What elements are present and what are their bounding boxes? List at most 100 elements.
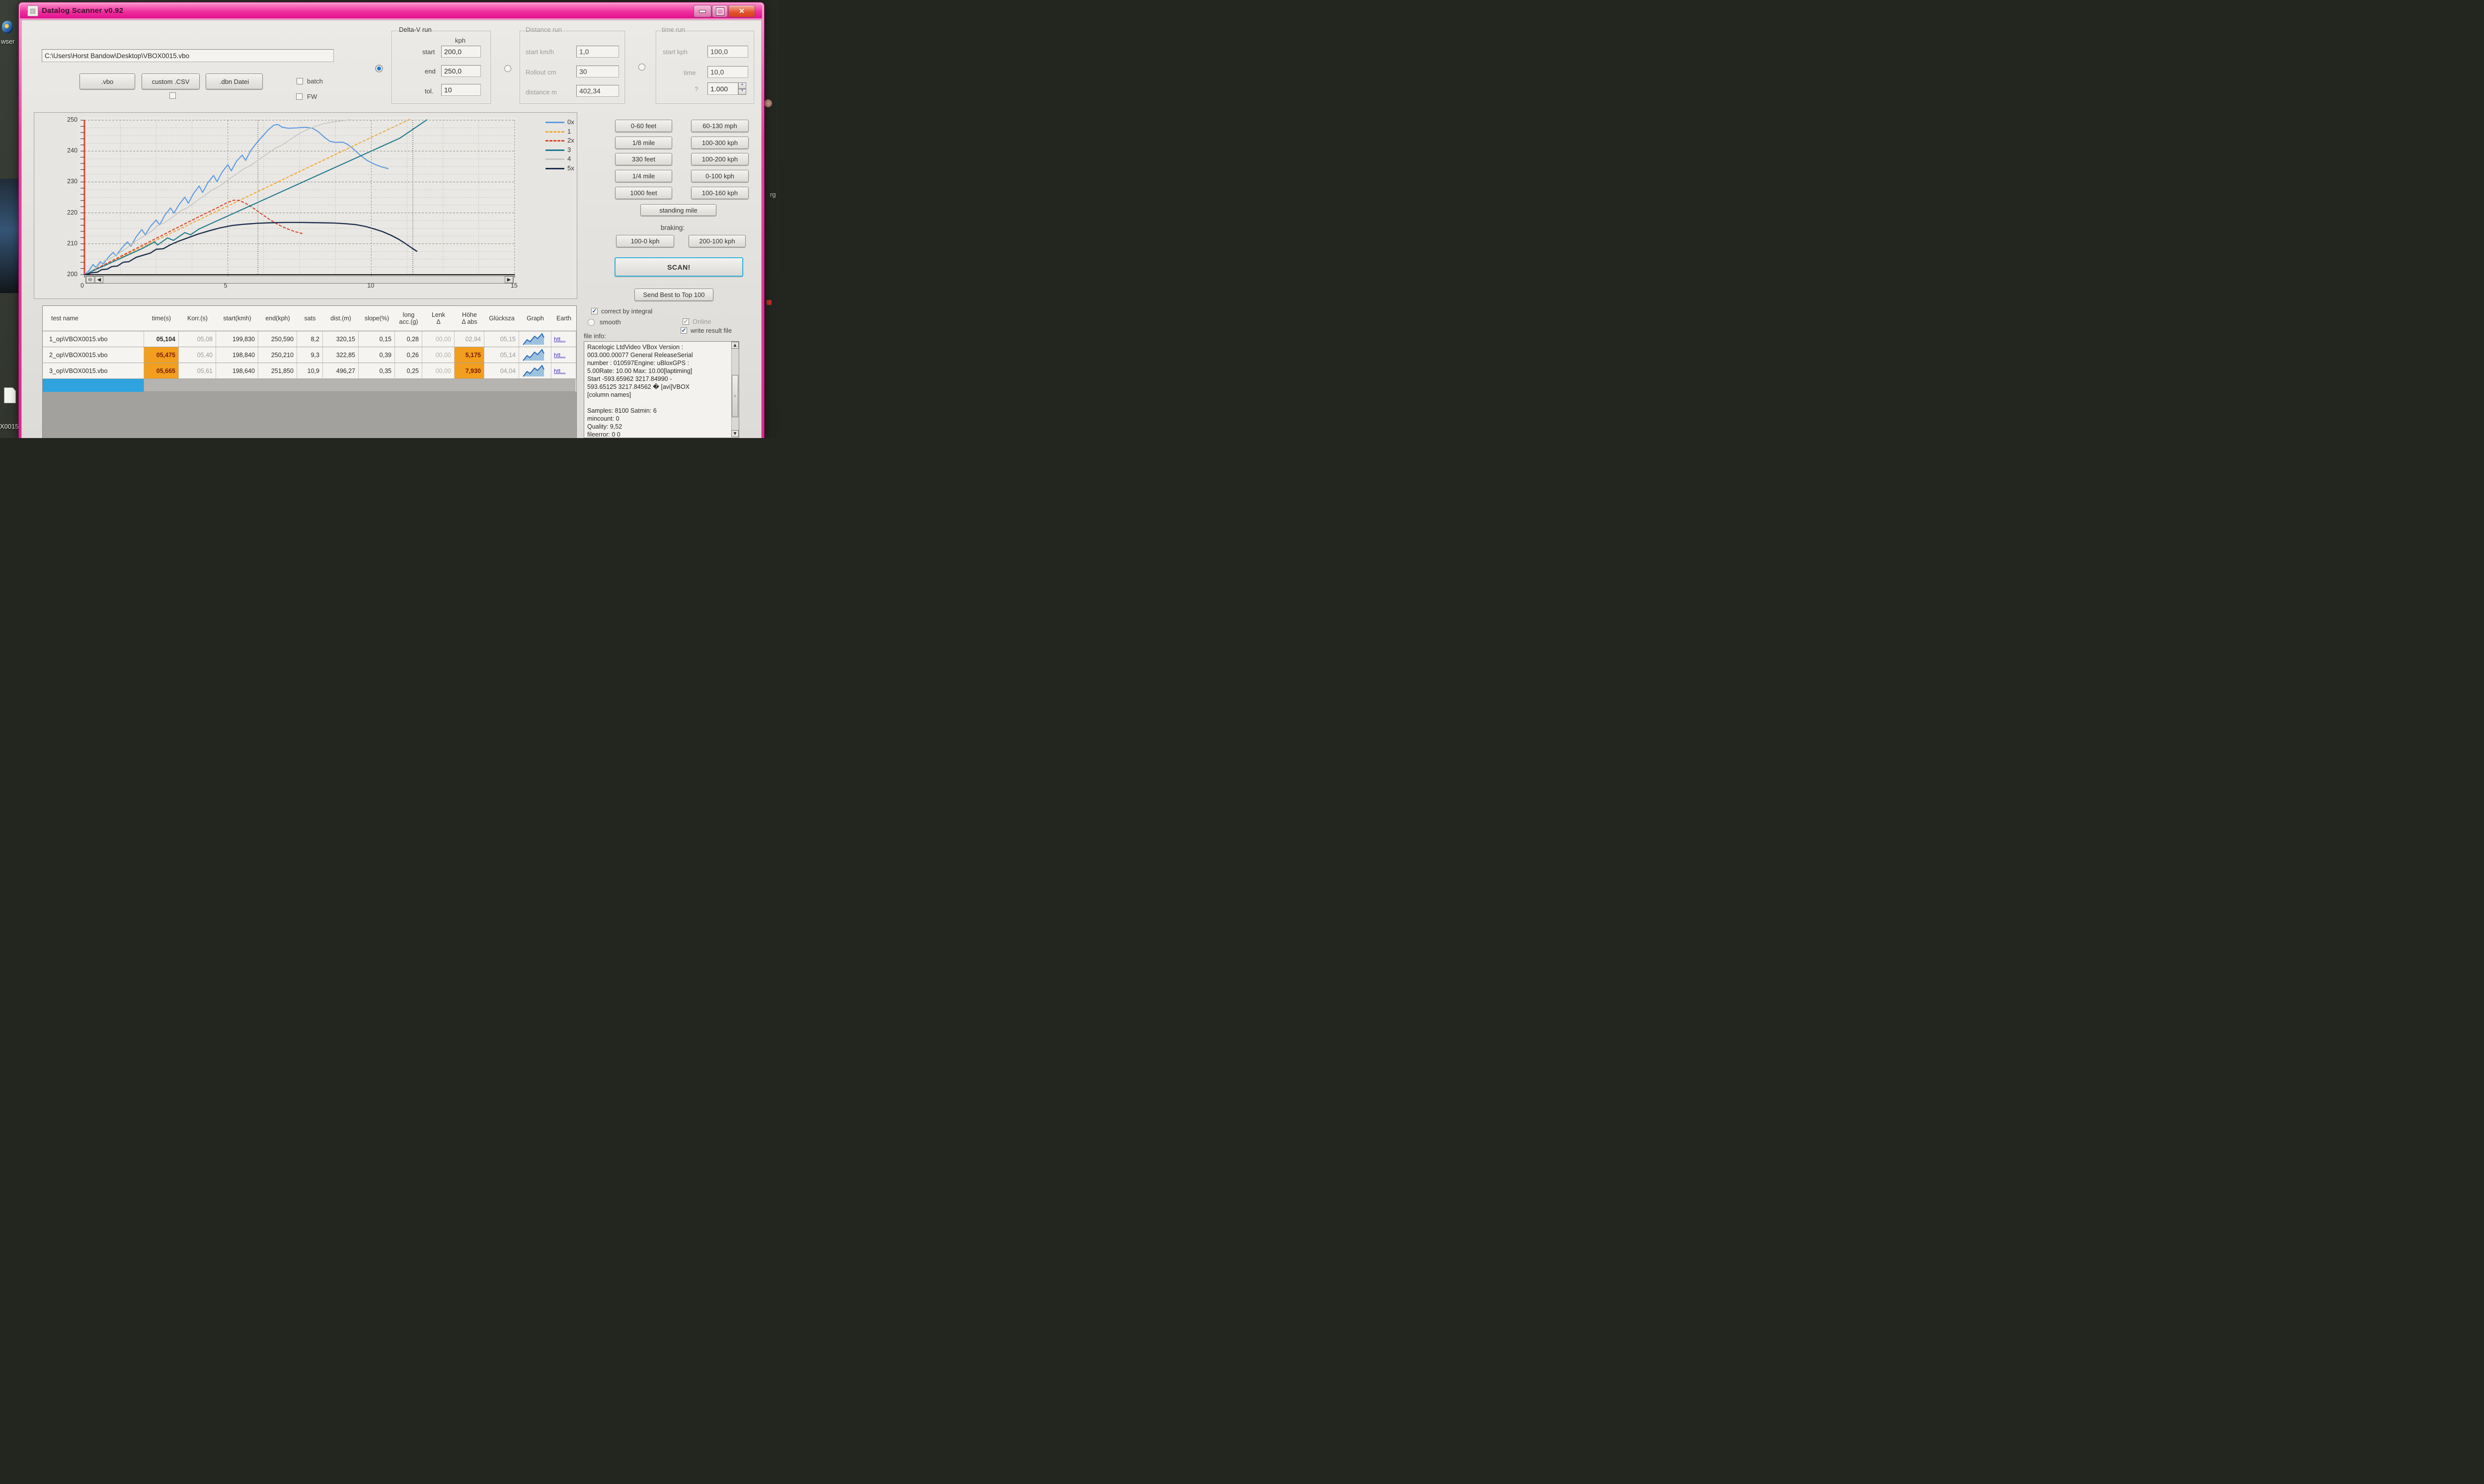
fw-checkbox[interactable]: [296, 93, 303, 100]
table-cell-r1c1: 05,475: [144, 347, 179, 363]
dbn-file-button[interactable]: .dbn Datei: [206, 74, 263, 89]
table-cell-r0c13[interactable]: htt...: [551, 331, 576, 347]
unlabeled-checkbox[interactable]: [169, 92, 176, 99]
distance-m-input[interactable]: [576, 85, 619, 97]
speed-button-100-200-kph[interactable]: 100-200 kph: [691, 153, 749, 165]
distance-button-1-4-mile[interactable]: 1/4 mile: [615, 170, 672, 182]
delta-v-tol-input[interactable]: [441, 84, 481, 96]
file-info-line: [587, 399, 729, 407]
table-selected-cell[interactable]: [43, 379, 144, 392]
factor-spinner-arrows[interactable]: ▲ ▼: [738, 82, 746, 95]
file-info-scroll-up[interactable]: ▲: [731, 342, 739, 349]
delta-v-tol-label: tol.: [425, 87, 433, 95]
table-cell-r0c4: 250,590: [258, 331, 297, 347]
factor-spinner-input[interactable]: [707, 82, 738, 95]
table-header-3: start(kmh): [216, 305, 258, 331]
speed-button-0-100-kph[interactable]: 0-100 kph: [691, 170, 749, 182]
file-info-line: [column names]: [587, 391, 729, 399]
table-cell-r0c1: 05,104: [144, 331, 179, 347]
file-info-line: 003.000.00077 General ReleaseSerial: [587, 351, 729, 359]
fw-label: FW: [307, 93, 317, 100]
distance-button-0-60-feet[interactable]: 0-60 feet: [615, 120, 672, 132]
legend-swatch: [545, 149, 564, 151]
file-info-box[interactable]: Racelogic LtdVideo VBox Version :003.000…: [584, 341, 739, 438]
rollout-input[interactable]: [576, 66, 619, 77]
distance-button-330-feet[interactable]: 330 feet: [615, 153, 672, 165]
spinner-down-icon[interactable]: ▼: [738, 89, 746, 95]
table-cell-r0c11: 05,15: [484, 331, 519, 347]
close-button[interactable]: ✕: [728, 5, 755, 17]
vbo-button[interactable]: .vbo: [79, 74, 135, 89]
scan-button[interactable]: SCAN!: [615, 257, 743, 277]
chart-scroll-left-button[interactable]: ◀: [95, 276, 103, 283]
distance-button-1-8-mile[interactable]: 1/8 mile: [615, 137, 672, 149]
table-header-10: Höhe Δ abs: [455, 305, 484, 331]
delta-v-radio[interactable]: [376, 65, 383, 72]
distance-title: Distance run: [526, 26, 562, 33]
zoom-out-icon: ⊖: [88, 277, 92, 283]
distance-start-input[interactable]: [576, 46, 619, 58]
table-cell-r0c6: 320,15: [323, 331, 359, 347]
series-4: [84, 120, 351, 275]
time-radio[interactable]: [638, 64, 645, 71]
rollout-label: Rollout cm: [526, 69, 556, 76]
window-titlebar[interactable]: [20, 3, 762, 18]
send-best-button[interactable]: Send Best to Top 100: [634, 289, 713, 301]
desktop-side-red-icon: [767, 300, 772, 305]
minimize-button[interactable]: [694, 5, 711, 17]
legend-label: 5x: [567, 164, 574, 172]
table-header-4: end(kph): [258, 305, 297, 331]
table-cell-r2c0: 3_op\VBOX0015.vbo: [42, 363, 144, 379]
file-path-input[interactable]: [42, 49, 334, 62]
distance-button-1000-feet[interactable]: 1000 feet: [615, 187, 672, 199]
time-start-input[interactable]: [707, 46, 748, 58]
legend-item-1: 1: [545, 128, 580, 136]
desktop-icon-label-top[interactable]: wser: [1, 38, 14, 45]
spinner-up-icon[interactable]: ▲: [738, 82, 746, 89]
table-cell-r0c12[interactable]: [519, 331, 551, 347]
chart-plot: [79, 117, 517, 279]
standing-mile-button[interactable]: standing mile: [640, 204, 716, 216]
window-title: Datalog Scanner v0.92: [42, 6, 123, 15]
table-cell-r1c13[interactable]: htt...: [551, 347, 576, 363]
online-checkbox[interactable]: ✓: [683, 318, 689, 325]
speed-button-100-160-kph[interactable]: 100-160 kph: [691, 187, 749, 199]
time-input[interactable]: [707, 66, 748, 78]
time-start-label: start kph: [663, 48, 688, 56]
legend-label: 0x: [567, 118, 574, 126]
speed-button-100-300-kph[interactable]: 100-300 kph: [691, 137, 749, 149]
desktop-file-icon[interactable]: [4, 387, 16, 403]
y-tick-label: 230: [63, 178, 78, 185]
table-cell-r1c8: 0,26: [395, 347, 422, 363]
file-info-scroll-thumb[interactable]: ≡: [732, 375, 738, 417]
legend-swatch: [545, 158, 564, 160]
table-cell-r0c0: 1_op\VBOX0015.vbo: [42, 331, 144, 347]
table-cell-r1c12[interactable]: [519, 347, 551, 363]
desktop-shield-icon[interactable]: [2, 21, 13, 34]
delta-v-start-input[interactable]: [441, 46, 481, 58]
table-cell-r2c1: 05,665: [144, 363, 179, 379]
write-result-file-checkbox[interactable]: ✓: [681, 327, 687, 334]
speed-button-60-130-mph[interactable]: 60-130 mph: [691, 120, 749, 132]
correct-by-integral-checkbox[interactable]: ✓: [591, 308, 598, 314]
x-tick-label: 5: [224, 282, 236, 289]
table-cell-r1c4: 250,210: [258, 347, 297, 363]
table-cell-r2c13[interactable]: htt...: [551, 363, 576, 379]
legend-swatch: [545, 140, 564, 142]
smooth-radio[interactable]: [588, 319, 595, 326]
delta-v-end-input[interactable]: [441, 65, 481, 77]
file-info-scroll-down[interactable]: ▼: [731, 430, 739, 437]
correct-by-integral-label: correct by integral: [601, 307, 652, 315]
table-header-0: test name: [42, 305, 144, 331]
delta-v-start-label: start: [422, 48, 435, 56]
table-empty-area: [43, 392, 576, 438]
custom-csv-button[interactable]: custom .CSV: [142, 74, 200, 89]
distance-radio[interactable]: [504, 65, 511, 72]
table-cell-r2c12[interactable]: [519, 363, 551, 379]
braking-button-100-0-kph[interactable]: 100-0 kph: [616, 235, 674, 247]
y-tick-label: 240: [63, 147, 78, 154]
batch-checkbox[interactable]: [297, 78, 303, 84]
maximize-button[interactable]: [712, 5, 728, 17]
chart-scrollbar[interactable]: [85, 276, 514, 284]
braking-button-200-100-kph[interactable]: 200-100 kph: [689, 235, 746, 247]
